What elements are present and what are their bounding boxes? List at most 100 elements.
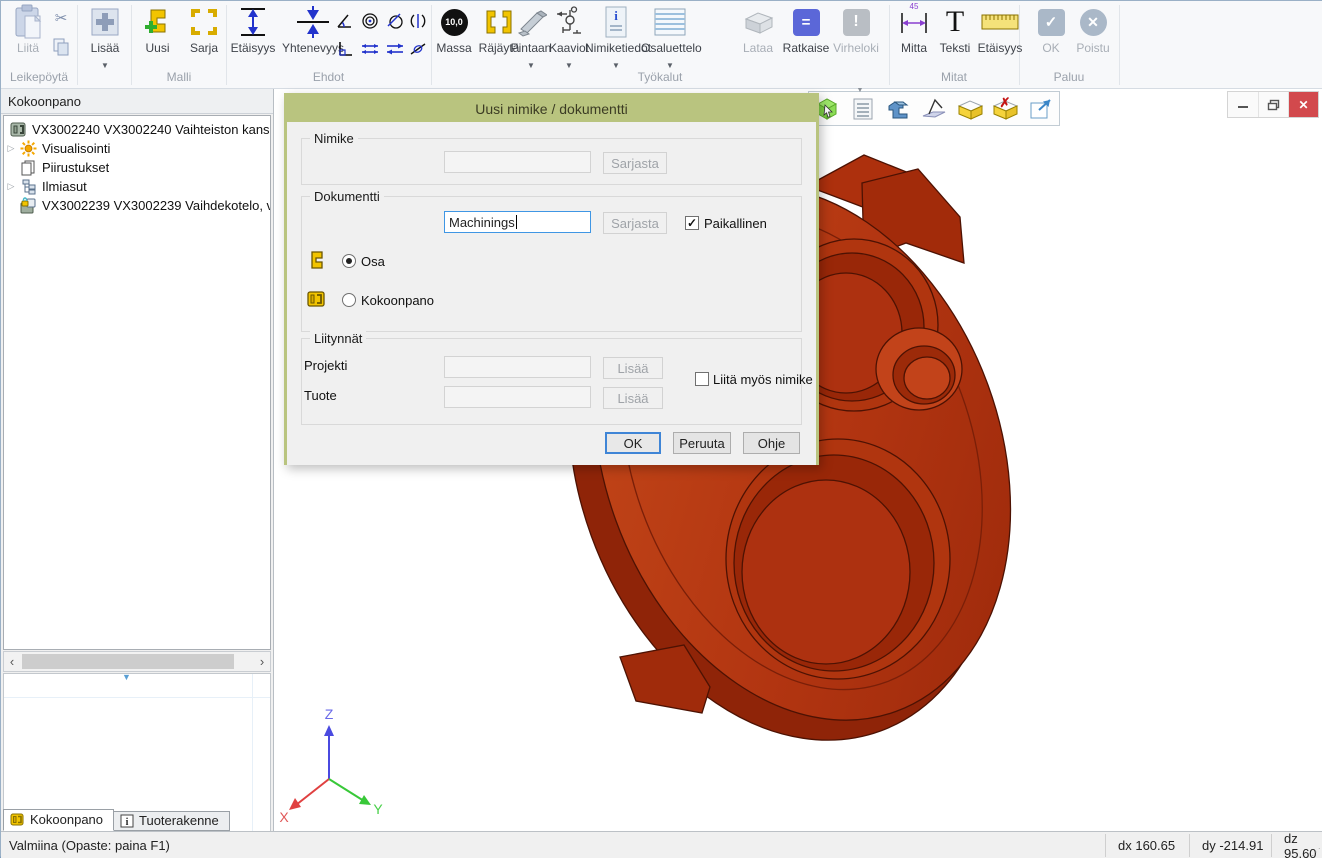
new-button[interactable]: Uusi xyxy=(135,3,180,55)
restore-button[interactable] xyxy=(1258,92,1288,117)
tuote-lisaa-button[interactable]: Lisää xyxy=(603,387,663,409)
cut-button[interactable]: ✂ xyxy=(51,9,71,29)
nimike-sarjasta-button[interactable]: Sarjasta xyxy=(603,152,667,174)
colinear-constraint-icon[interactable] xyxy=(408,39,428,59)
delete-storage-icon[interactable]: ✗ xyxy=(990,94,1020,124)
assembly-tree-panel: Kokoonpano VX3002240 VX3002240 Vaihteist… xyxy=(1,89,273,831)
scissors-icon: ✂ xyxy=(55,10,68,27)
storage-box-icon[interactable] xyxy=(955,94,985,124)
nimike-legend: Nimike xyxy=(310,131,358,146)
group-label-tyokalut: Työkalut xyxy=(431,70,889,86)
text-button[interactable]: T Teksti xyxy=(935,3,975,55)
tree-item-root[interactable]: VX3002240 VX3002240 Vaihteiston kansi, k… xyxy=(4,120,270,139)
parallel-constraint-icon[interactable] xyxy=(385,39,405,59)
projekti-input[interactable] xyxy=(444,356,591,378)
assembly-icon xyxy=(8,121,28,138)
item-info-button[interactable]: i Nimiketiedot ▼ xyxy=(585,3,647,55)
exit-button[interactable]: ✕ Poistu xyxy=(1071,3,1115,55)
measure-distance-button[interactable]: Etäisyys xyxy=(977,3,1023,55)
copy-button[interactable] xyxy=(51,37,71,57)
status-dy: dy -214.91 xyxy=(1189,834,1271,857)
dialog-ok-button[interactable]: OK xyxy=(605,432,661,454)
splitter-handle-icon[interactable]: ▼ xyxy=(122,672,131,682)
tree-item-part[interactable]: VX3002239 VX3002239 Vaihdekotelo, valu . xyxy=(4,196,270,215)
distance-constraint-button[interactable]: Etäisyys xyxy=(227,3,279,55)
symmetry-constraint-icon[interactable] xyxy=(408,11,428,31)
ok-return-button[interactable]: ✓ OK xyxy=(1033,3,1069,55)
projekti-lisaa-button[interactable]: Lisää xyxy=(603,357,663,379)
solve-button[interactable]: = Ratkaise xyxy=(781,3,831,55)
expand-arrow-icon[interactable]: ▷ xyxy=(4,181,18,192)
tab-kokoonpano[interactable]: Kokoonpano xyxy=(3,809,114,831)
tree-item-label: VX3002239 VX3002239 Vaihdekotelo, valu . xyxy=(38,198,270,213)
parts-list-caret[interactable]: ▼ xyxy=(641,61,699,70)
mass-button[interactable]: 10,0 Massa xyxy=(432,3,476,55)
dialog-peruuta-button[interactable]: Peruuta xyxy=(673,432,731,454)
tree-item-drawings[interactable]: Piirustukset xyxy=(4,158,270,177)
liita-myos-checkbox[interactable] xyxy=(695,372,709,386)
new-item-dialog: Uusi nimike / dokumentti Nimike Sarjasta… xyxy=(284,93,819,465)
sketch-plane-icon[interactable] xyxy=(919,94,949,124)
load-box-icon xyxy=(737,3,779,41)
tree-item-features[interactable]: ▷ Ilmiasut xyxy=(4,177,270,196)
paikallinen-checkbox[interactable]: ✓ xyxy=(685,216,699,230)
dokumentti-input-value: Machinings xyxy=(449,215,515,230)
scroll-right-arrow[interactable]: › xyxy=(254,652,270,671)
ribbon-toolbar: Liitä ✂ Leikepöytä Lisää ▼ Uusi Sarja xyxy=(1,1,1322,89)
scroll-left-arrow[interactable]: ‹ xyxy=(4,652,20,671)
sun-icon xyxy=(18,140,38,157)
item-info-caret[interactable]: ▼ xyxy=(585,61,647,70)
kokoonpano-radio[interactable] xyxy=(342,293,356,307)
solve-label: Ratkaise xyxy=(781,41,831,55)
resize-grip[interactable]: ⋰ xyxy=(1311,847,1321,858)
exit-x-icon: ✕ xyxy=(1080,9,1107,36)
equal-constraint-icon[interactable] xyxy=(360,39,380,59)
perpendicular-constraint-icon[interactable] xyxy=(335,39,355,59)
expand-arrow-icon[interactable]: ▷ xyxy=(4,143,18,154)
panel-tab-bar: Kokoonpano i Tuoterakenne xyxy=(1,809,273,831)
error-log-button[interactable]: ! Virheloki xyxy=(831,3,881,55)
part-locked-icon xyxy=(18,197,38,215)
dialog-ohje-button[interactable]: Ohje xyxy=(743,432,800,454)
scrollbar-thumb[interactable] xyxy=(22,654,234,669)
add-dropdown-caret[interactable]: ▼ xyxy=(83,61,127,70)
tangent-constraint-icon[interactable] xyxy=(385,11,405,31)
projekti-label: Projekti xyxy=(304,358,347,373)
angle-constraint-icon[interactable] xyxy=(335,11,355,31)
dokumentti-input[interactable]: Machinings xyxy=(444,211,591,233)
paste-button[interactable]: Liitä xyxy=(5,3,51,55)
tuote-input[interactable] xyxy=(444,386,591,408)
list-sheet-icon[interactable]: ▼ xyxy=(848,94,878,124)
part-model-icon[interactable] xyxy=(883,94,913,124)
panel-title: Kokoonpano xyxy=(1,89,273,114)
dimension-button[interactable]: 45 Mitta xyxy=(894,3,934,55)
parts-list-button[interactable]: Osaluettelo ▼ xyxy=(641,3,699,55)
item-info-icon: i xyxy=(585,3,647,41)
mass-label: Massa xyxy=(432,41,476,55)
axis-x-label: X xyxy=(279,809,289,825)
dialog-title: Uusi nimike / dokumentti xyxy=(287,96,816,122)
liitynnat-legend: Liitynnät xyxy=(310,331,366,346)
series-button[interactable]: Sarja xyxy=(181,3,227,55)
concentric-constraint-icon[interactable] xyxy=(360,11,380,31)
dokumentti-sarjasta-label: Sarjasta xyxy=(611,216,659,231)
clipboard-paste-icon xyxy=(5,3,51,41)
paste-label: Liitä xyxy=(5,41,51,55)
tree-item-visualization[interactable]: ▷ Visualisointi xyxy=(4,139,270,158)
dokumentti-sarjasta-button[interactable]: Sarjasta xyxy=(603,212,667,234)
add-button[interactable]: Lisää ▼ xyxy=(83,3,127,55)
load-button[interactable]: Lataa xyxy=(737,3,779,55)
nimike-input[interactable] xyxy=(444,151,591,173)
dialog-ohje-label: Ohje xyxy=(758,436,785,451)
tree-item-label: Piirustukset xyxy=(38,160,109,175)
status-message: Valmiina (Opaste: paina F1) xyxy=(9,832,170,858)
close-button[interactable]: ✕ xyxy=(1288,92,1318,117)
osa-radio[interactable] xyxy=(342,254,356,268)
paikallinen-label: Paikallinen xyxy=(704,216,767,231)
tab-tuoterakenne[interactable]: i Tuoterakenne xyxy=(114,811,230,831)
minimize-button[interactable] xyxy=(1228,92,1258,117)
tree-horizontal-scrollbar[interactable]: ‹ › xyxy=(3,651,271,672)
tuote-label: Tuote xyxy=(304,388,337,403)
export-view-icon[interactable] xyxy=(1026,94,1056,124)
tab-label: Tuoterakenne xyxy=(139,813,219,828)
